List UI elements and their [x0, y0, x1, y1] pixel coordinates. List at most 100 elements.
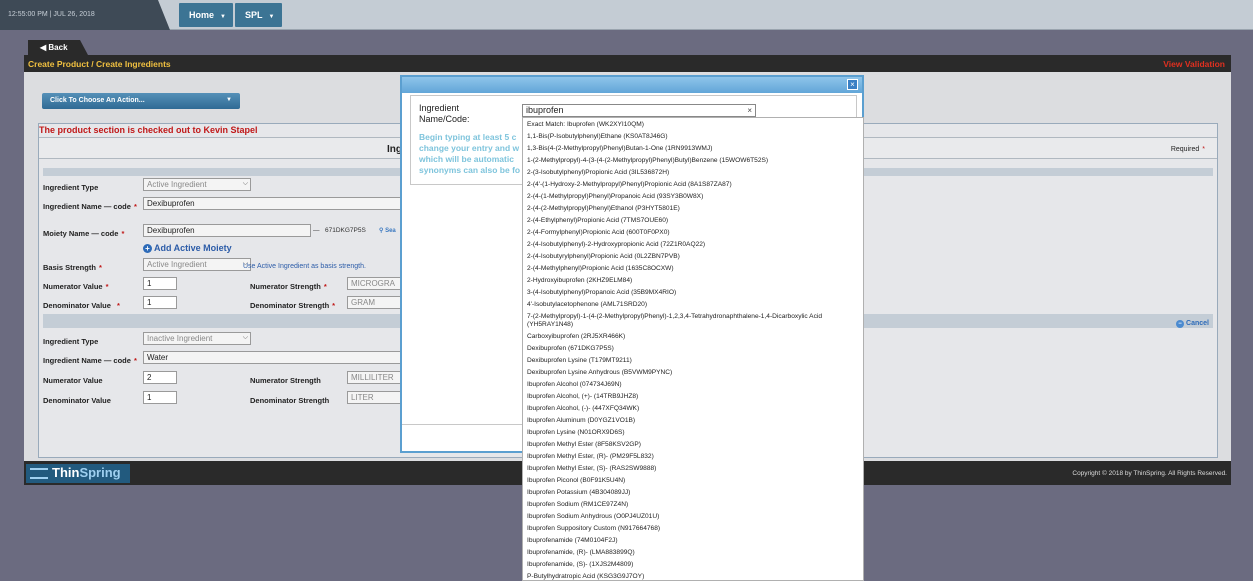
suggestion-item[interactable]: 7-(2-Methylpropyl)-1-(4-(2-Methylpropyl)…	[527, 311, 863, 331]
moiety-search-label: Sea	[385, 228, 396, 234]
suggestion-item[interactable]: 3-(4-Isobutylphenyl)Propanoic Acid (35B9…	[527, 287, 863, 299]
suggestion-item[interactable]: Dexibuprofen Lysine (T179MT9211)	[527, 355, 863, 367]
inactive-numerator-value-input[interactable]: 2	[143, 371, 177, 384]
denominator-value-label: Denominator Value *	[43, 301, 120, 310]
suggestion-item[interactable]: 2-(4'-(1-Hydroxy-2-Methylpropyl)Phenyl)P…	[527, 179, 863, 191]
basis-strength-select[interactable]: Active Ingredient ⌵	[143, 258, 251, 271]
add-active-moiety-link[interactable]: + Add Active Moiety	[143, 243, 232, 253]
suggestion-item[interactable]: 1-(2-Methylpropyl)-4-(3-(4-(2-Methylprop…	[527, 155, 863, 167]
close-icon[interactable]: ×	[847, 79, 858, 90]
required-asterisk-icon: *	[98, 263, 102, 272]
numerator-value-label-text: Numerator Value	[43, 282, 103, 291]
denominator-strength-label: Denominator Strength *	[250, 301, 335, 310]
inactive-denominator-value-input[interactable]: 1	[143, 391, 177, 404]
suggestion-item[interactable]: 2-(4-Isobutyrylphenyl)Propionic Acid (0L…	[527, 251, 863, 263]
suggestion-item[interactable]: 2-Hydroxyibuprofen (2KHZ9ELM84)	[527, 275, 863, 287]
suggestion-item[interactable]: Ibuprofenamide, (S)- (1XJS2M4809)	[527, 559, 863, 571]
suggestion-item[interactable]: Ibuprofen Sodium (RM1CE97Z4N)	[527, 499, 863, 511]
suggestion-item[interactable]: 2-(3-Isobutylphenyl)Propionic Acid (3IL5…	[527, 167, 863, 179]
suggestion-item[interactable]: Ibuprofenamide (74M0104F2J)	[527, 535, 863, 547]
ingredient-name-input[interactable]: Dexibuprofen	[143, 197, 403, 210]
denominator-value-label-text: Denominator Value	[43, 301, 111, 310]
required-asterisk-icon: *	[133, 356, 137, 365]
hint-line1: Begin typing at least 5 c	[419, 132, 517, 142]
ingredient-type-select[interactable]: Active Ingredient ⌵	[143, 178, 251, 191]
suggestion-item[interactable]: Carboxyibuprofen (2RJ5XR466K)	[527, 331, 863, 343]
suggestion-item[interactable]: Dexibuprofen Lysine Anhydrous (B5VWM9PYN…	[527, 367, 863, 379]
nav-home-label: Home	[189, 10, 215, 20]
hint-line4: synonyms can also be fo	[419, 165, 521, 175]
suggestion-item[interactable]: 2-(4-(2-Methylpropyl)Phenyl)Ethanol (P3H…	[527, 203, 863, 215]
chevron-down-icon: ▼	[268, 14, 275, 20]
cancel-link[interactable]: − Cancel	[1176, 320, 1209, 328]
search-icon: ⚲	[379, 228, 384, 234]
suggestion-item[interactable]: Ibuprofen Suppository Custom (N917664768…	[527, 523, 863, 535]
moiety-code-separator: —	[313, 227, 320, 234]
inactive-numerator-value-label: Numerator Value	[43, 376, 103, 385]
top-bar: 12:55:00 PM | JUL 26, 2018 Home ▼ SPL ▼	[0, 0, 1253, 30]
suggestion-item[interactable]: Ibuprofen Methyl Ester (8F58KSV2GP)	[527, 439, 863, 451]
ingredient-search-input[interactable]: ibuprofen ×	[522, 104, 756, 117]
moiety-name-input[interactable]: Dexibuprofen	[143, 224, 311, 237]
basis-strength-label-text: Basis Strength	[43, 263, 96, 272]
asterisk-icon: *	[1202, 146, 1205, 153]
inactive-numerator-strength-select[interactable]: MILLILITER	[347, 371, 403, 384]
suggestion-item[interactable]: P-Butylhydratropic Acid (KSG3G9J7OY)	[527, 571, 863, 580]
ingredient-label-line2: Name/Code:	[419, 114, 470, 124]
suggestion-item[interactable]: Ibuprofenamide, (R)- (LMA883899Q)	[527, 547, 863, 559]
numerator-value-input[interactable]: 1	[143, 277, 177, 290]
suggestion-item[interactable]: Ibuprofen Alcohol, (+)- (14TRB9JHZ8)	[527, 391, 863, 403]
chevron-down-icon: ⌵	[242, 334, 248, 341]
inactive-type-value: Inactive Ingredient	[147, 334, 213, 343]
numerator-strength-select[interactable]: MICROGRA	[347, 277, 403, 290]
basis-strength-note: Use Active Ingredient as basis strength.	[243, 263, 366, 270]
suggestion-item[interactable]: Dexibuprofen (671DKG7P5S)	[527, 343, 863, 355]
cancel-label: Cancel	[1186, 320, 1209, 327]
denominator-value-input[interactable]: 1	[143, 296, 177, 309]
suggestion-item[interactable]: Ibuprofen Sodium Anhydrous (O0PJ4UZ01U)	[527, 511, 863, 523]
suggestion-item[interactable]: 2-(4-Methylphenyl)Propionic Acid (1635C8…	[527, 263, 863, 275]
datetime-display: 12:55:00 PM | JUL 26, 2018	[0, 0, 170, 30]
clear-icon[interactable]: ×	[747, 105, 752, 116]
breadcrumb[interactable]: Create Product / Create Ingredients	[28, 59, 171, 69]
suggestion-item[interactable]: Exact Match: Ibuprofen (WK2XYI10QM)	[527, 119, 863, 131]
ingredient-label-line1: Ingredient	[419, 103, 460, 113]
ingredient-name-label-text: Ingredient Name — code	[43, 202, 131, 211]
moiety-name-label: Moiety Name — code *	[43, 229, 124, 238]
action-select-label: Click To Choose An Action...	[50, 97, 145, 104]
suggestion-item[interactable]: Ibuprofen Potassium (4B304089JJ)	[527, 487, 863, 499]
thinspring-logo-icon	[30, 468, 48, 479]
suggestion-item[interactable]: Ibuprofen Lysine (N01ORX9D6S)	[527, 427, 863, 439]
suggestion-dropdown: Exact Match: Ibuprofen (WK2XYI10QM) 1,1-B…	[522, 117, 864, 581]
logo-spring-text: Spring	[79, 465, 121, 480]
suggestion-item[interactable]: Ibuprofen Aluminum (D0YGZ1VO1B)	[527, 415, 863, 427]
suggestion-item[interactable]: 1,3-Bis(4-(2-Methylpropyl)Phenyl)Butan-1…	[527, 143, 863, 155]
suggestion-item[interactable]: 4'-Isobutylacetophenone (AML71SRD20)	[527, 299, 863, 311]
suggestion-item[interactable]: Ibuprofen Methyl Ester, (R)- (PM29F5L832…	[527, 451, 863, 463]
denominator-strength-select[interactable]: GRAM	[347, 296, 403, 309]
suggestion-item[interactable]: Ibuprofen Alcohol (074734J69N)	[527, 379, 863, 391]
search-hint: Begin typing at least 5 c change your en…	[419, 132, 527, 176]
numerator-strength-label: Numerator Strength *	[250, 282, 327, 291]
inactive-name-input[interactable]: Water	[143, 351, 403, 364]
suggestion-item[interactable]: 2-(4-(1-Methylpropyl)Phenyl)Propanoic Ac…	[527, 191, 863, 203]
action-select[interactable]: Click To Choose An Action... ▼	[42, 93, 240, 109]
view-validation-link[interactable]: View Validation	[1163, 59, 1225, 69]
add-active-moiety-label: Add Active Moiety	[154, 243, 232, 253]
suggestion-item[interactable]: 2-(4-Ethylphenyl)Propionic Acid (7TMS7OU…	[527, 215, 863, 227]
suggestion-item[interactable]: 2-(4-Formylphenyl)Propionic Acid (600T0F…	[527, 227, 863, 239]
suggestion-item[interactable]: Ibuprofen Piconol (B0F91K5U4N)	[527, 475, 863, 487]
back-button[interactable]: ◀ Back	[28, 40, 88, 55]
moiety-search-link[interactable]: ⚲ Sea	[379, 227, 396, 234]
nav-home-button[interactable]: Home ▼	[179, 3, 233, 27]
numerator-strength-label-text: Numerator Strength	[250, 282, 321, 291]
suggestion-item[interactable]: 2-(4-Isobutylphenyl)-2-Hydroxypropionic …	[527, 239, 863, 251]
inactive-type-select[interactable]: Inactive Ingredient ⌵	[143, 332, 251, 345]
suggestion-item[interactable]: Ibuprofen Alcohol, (-)- (447XFQ34WK)	[527, 403, 863, 415]
thinspring-logo: ThinSpring	[26, 464, 130, 483]
nav-spl-button[interactable]: SPL ▼	[235, 3, 282, 27]
required-asterisk-icon: *	[121, 229, 125, 238]
inactive-denominator-strength-select[interactable]: LITER	[347, 391, 403, 404]
suggestion-item[interactable]: 1,1-Bis(P-Isobutylphenyl)Ethane (KS0AT8J…	[527, 131, 863, 143]
suggestion-item[interactable]: Ibuprofen Methyl Ester, (S)- (RAS2SW9888…	[527, 463, 863, 475]
